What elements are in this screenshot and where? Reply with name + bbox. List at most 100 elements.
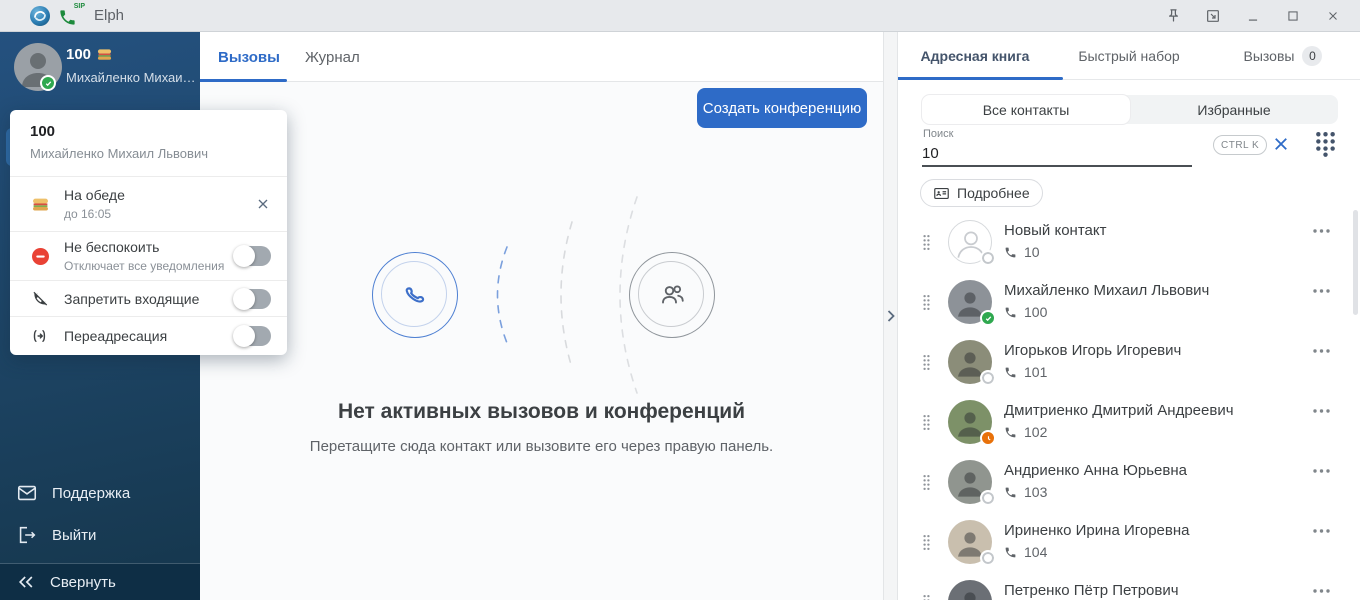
popup-header: 100 Михайленко Михаил Львович <box>10 110 287 177</box>
sip-phone-icon: SIP <box>58 4 84 28</box>
contacts-filter-segmented: Все контакты Избранные <box>922 95 1338 124</box>
clear-search-icon[interactable] <box>1272 135 1290 153</box>
popup-full-name: Михайленко Михаил Львович <box>30 146 271 161</box>
pin-icon[interactable] <box>1160 4 1186 28</box>
active-tab-underline <box>200 79 287 82</box>
presence-badge-offline <box>980 490 996 506</box>
tab-calls-right[interactable]: Вызовы 0 <box>1206 32 1360 79</box>
status-label: На обеде <box>64 187 125 203</box>
collapse-sidebar-button[interactable]: Свернуть <box>0 564 200 600</box>
window-controls <box>1160 4 1346 28</box>
close-icon[interactable] <box>1320 4 1346 28</box>
tab-speed-dial[interactable]: Быстрый набор <box>1052 32 1206 79</box>
clear-status-icon[interactable] <box>255 196 271 212</box>
dnd-sublabel: Отключает все уведомления <box>64 259 224 273</box>
presence-badge-offline <box>980 550 996 566</box>
user-extension: 100 <box>66 46 112 63</box>
phone-icon <box>1004 486 1017 499</box>
empty-state-subtitle: Перетащите сюда контакт или вызовите его… <box>200 438 883 455</box>
dialpad-icon[interactable] <box>1315 131 1336 157</box>
contact-menu-icon[interactable] <box>1312 408 1331 414</box>
presence-badge-away <box>980 430 996 446</box>
search-underline <box>922 165 1192 167</box>
right-tabbar: Адресная книга Быстрый набор Вызовы 0 <box>898 32 1360 80</box>
phone-icon <box>1004 306 1017 319</box>
search-input[interactable] <box>922 141 1192 165</box>
forwarding-row: Переадресация <box>10 317 287 355</box>
phone-icon <box>1004 366 1017 379</box>
dnd-toggle[interactable] <box>235 246 271 266</box>
contact-row[interactable]: Андриенко Анна Юрьевна 103 <box>898 452 1360 512</box>
phone-slash-icon <box>30 290 50 308</box>
presence-badge-offline <box>980 250 996 266</box>
tab-calls[interactable]: Вызовы <box>218 32 280 82</box>
user-name-short: Михайленко Михаи… <box>66 70 194 85</box>
active-tab-underline <box>898 77 1063 80</box>
contact-row[interactable]: Петренко Пётр Петрович <box>898 572 1360 600</box>
details-button[interactable]: Подробнее <box>920 179 1043 207</box>
status-row[interactable]: На обеде до 16:05 <box>10 177 287 232</box>
create-conference-button[interactable]: Создать конференцию <box>697 88 867 128</box>
segment-all-contacts[interactable]: Все контакты <box>922 95 1130 124</box>
presence-badge-online <box>980 310 996 326</box>
contact-row[interactable]: Ириненко Ирина Игоревна 104 <box>898 512 1360 572</box>
tab-journal[interactable]: Журнал <box>305 32 360 82</box>
tab-address-book[interactable]: Адресная книга <box>898 32 1052 79</box>
segment-favorites[interactable]: Избранные <box>1130 95 1338 124</box>
dnd-row: Не беспокоить Отключает все уведомления <box>10 232 287 281</box>
keyboard-shortcut-badge: CTRL K <box>1213 135 1267 155</box>
contact-menu-icon[interactable] <box>1312 528 1331 534</box>
sidebar-user-block[interactable]: 100 Михайленко Михаи… <box>0 32 200 110</box>
phone-icon <box>1004 426 1017 439</box>
contact-menu-icon[interactable] <box>1312 348 1331 354</box>
phone-icon <box>1004 246 1017 259</box>
contact-row[interactable]: Михайленко Михаил Львович 100 <box>898 272 1360 332</box>
user-status-popup: 100 Михайленко Михаил Львович На обеде д… <box>10 110 287 355</box>
contact-list: Новый контакт 10 Михайленко Михаил Львов… <box>898 212 1360 600</box>
snap-corner-icon[interactable] <box>1200 4 1226 28</box>
empty-state-title: Нет активных вызовов и конференций <box>200 400 883 424</box>
contact-menu-icon[interactable] <box>1312 588 1331 594</box>
drag-handle-icon[interactable] <box>922 534 931 551</box>
panel-splitter[interactable] <box>883 32 898 600</box>
forbid-incoming-toggle[interactable] <box>235 289 271 309</box>
contact-menu-icon[interactable] <box>1312 228 1331 234</box>
support-label: Поддержка <box>52 485 130 502</box>
drag-handle-icon[interactable] <box>922 234 931 251</box>
status-until: до 16:05 <box>64 207 125 221</box>
logout-label: Выйти <box>52 527 96 544</box>
search-label: Поиск <box>923 128 953 140</box>
support-button[interactable]: Поддержка <box>0 475 200 511</box>
drag-handle-icon[interactable] <box>922 474 931 491</box>
forbid-incoming-label: Запретить входящие <box>64 291 199 307</box>
forwarding-toggle[interactable] <box>235 326 271 346</box>
sandwich-icon <box>97 47 112 62</box>
drag-handle-icon[interactable] <box>922 414 931 431</box>
drag-handle-icon[interactable] <box>922 294 931 311</box>
minimize-icon[interactable] <box>1240 4 1266 28</box>
people-icon <box>629 252 715 338</box>
contact-row[interactable]: Игорьков Игорь Игоревич 101 <box>898 332 1360 392</box>
main-tabbar: Вызовы Журнал <box>200 32 883 82</box>
presence-badge-offline <box>980 370 996 386</box>
contact-menu-icon[interactable] <box>1312 468 1331 474</box>
sandwich-icon <box>30 196 50 213</box>
contact-row[interactable]: Новый контакт 10 <box>898 212 1360 272</box>
logout-button[interactable]: Выйти <box>0 517 200 553</box>
scrollbar-thumb[interactable] <box>1353 210 1358 315</box>
main-pane: Вызовы Журнал Создать конференцию Нет ак… <box>200 32 883 600</box>
collapse-label: Свернуть <box>50 574 116 591</box>
elph-swirl-logo-icon <box>30 6 50 26</box>
people-circle-illustration <box>629 252 715 338</box>
dnd-label: Не беспокоить <box>64 239 224 255</box>
phone-icon <box>1004 546 1017 559</box>
avatar <box>948 580 992 600</box>
maximize-icon[interactable] <box>1280 4 1306 28</box>
drag-handle-icon[interactable] <box>922 354 931 371</box>
dnd-minus-icon <box>30 248 50 265</box>
drag-handle-icon[interactable] <box>922 594 931 600</box>
phone-circle-illustration <box>372 252 458 338</box>
contact-row[interactable]: Дмитриенко Дмитрий Андреевич 102 <box>898 392 1360 452</box>
right-panel: Адресная книга Быстрый набор Вызовы 0 Вс… <box>898 32 1360 600</box>
contact-menu-icon[interactable] <box>1312 288 1331 294</box>
